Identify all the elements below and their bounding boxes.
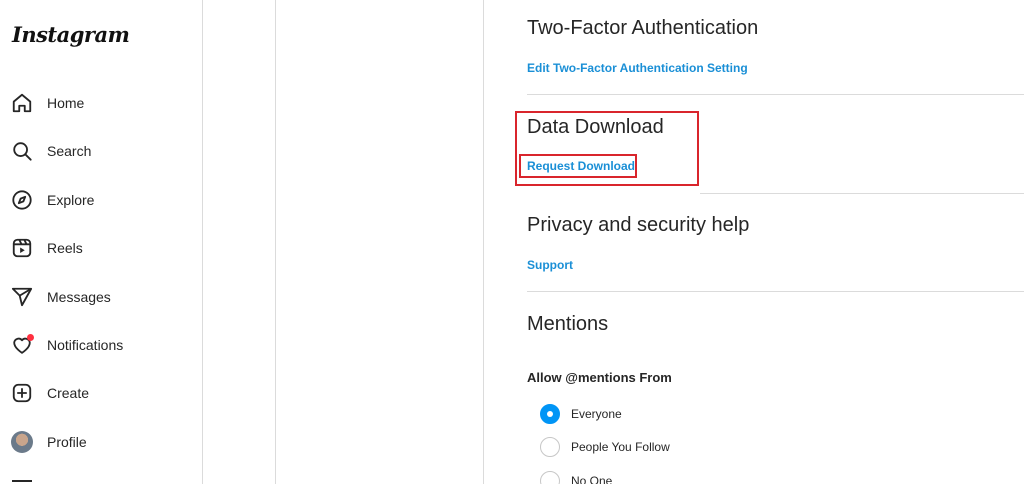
radio-label: People You Follow [571, 440, 670, 454]
column-divider [275, 0, 276, 484]
radio-option-everyone[interactable]: Everyone [540, 403, 622, 425]
sidebar-item-reels[interactable]: Reels [10, 233, 190, 263]
two-factor-title: Two-Factor Authentication [527, 17, 759, 39]
home-icon [10, 91, 34, 115]
privacy-help-title: Privacy and security help [527, 214, 750, 236]
request-download-link[interactable]: Request Download [527, 159, 635, 173]
sidebar-item-create[interactable]: Create [10, 378, 190, 408]
sidebar-item-label: Profile [47, 434, 87, 450]
sidebar-item-label: Create [47, 385, 90, 401]
plus-square-icon [10, 381, 34, 405]
radio-option-no-one[interactable]: No One [540, 470, 612, 484]
radio-label: Everyone [571, 407, 622, 421]
mentions-title: Mentions [527, 313, 609, 335]
sidebar-item-label: Messages [47, 289, 111, 305]
sidebar-item-search[interactable]: Search [10, 136, 190, 166]
sidebar-item-messages[interactable]: Messages [10, 282, 190, 312]
divider [527, 94, 1024, 95]
data-download-title: Data Download [527, 116, 664, 138]
sidebar-item-label: Search [47, 143, 92, 159]
sidebar-item-label: Notifications [47, 337, 124, 353]
sidebar-item-notifications[interactable]: Notifications [10, 330, 190, 360]
sidebar-item-label: Explore [47, 192, 95, 208]
instagram-logo[interactable]: Instagram [12, 22, 130, 47]
radio-option-people-you-follow[interactable]: People You Follow [540, 436, 670, 458]
search-icon [10, 139, 34, 163]
compass-icon [10, 188, 34, 212]
edit-two-factor-link[interactable]: Edit Two-Factor Authentication Setting [527, 61, 748, 75]
support-link[interactable]: Support [527, 258, 573, 272]
sidebar-item-profile[interactable]: Profile [10, 427, 190, 457]
notification-dot [27, 334, 34, 341]
divider [527, 291, 1024, 292]
sidebar-item-explore[interactable]: Explore [10, 185, 190, 215]
sidebar-item-label: Home [47, 95, 85, 111]
radio-label: No One [571, 474, 613, 484]
radio-button[interactable] [540, 471, 560, 484]
send-icon [10, 285, 34, 309]
divider [700, 193, 1024, 194]
menu-icon[interactable] [12, 480, 32, 482]
sidebar-item-home[interactable]: Home [10, 88, 190, 118]
column-divider [483, 0, 484, 484]
mentions-subheading: Allow @mentions From [527, 370, 672, 385]
sidebar-item-label: Reels [47, 240, 83, 256]
sidebar: Instagram Home Search Explore Reels Mess… [0, 0, 203, 484]
avatar [10, 430, 34, 454]
heart-icon [10, 333, 34, 357]
radio-button[interactable] [540, 437, 560, 457]
radio-button[interactable] [540, 404, 560, 424]
reels-icon [10, 236, 34, 260]
